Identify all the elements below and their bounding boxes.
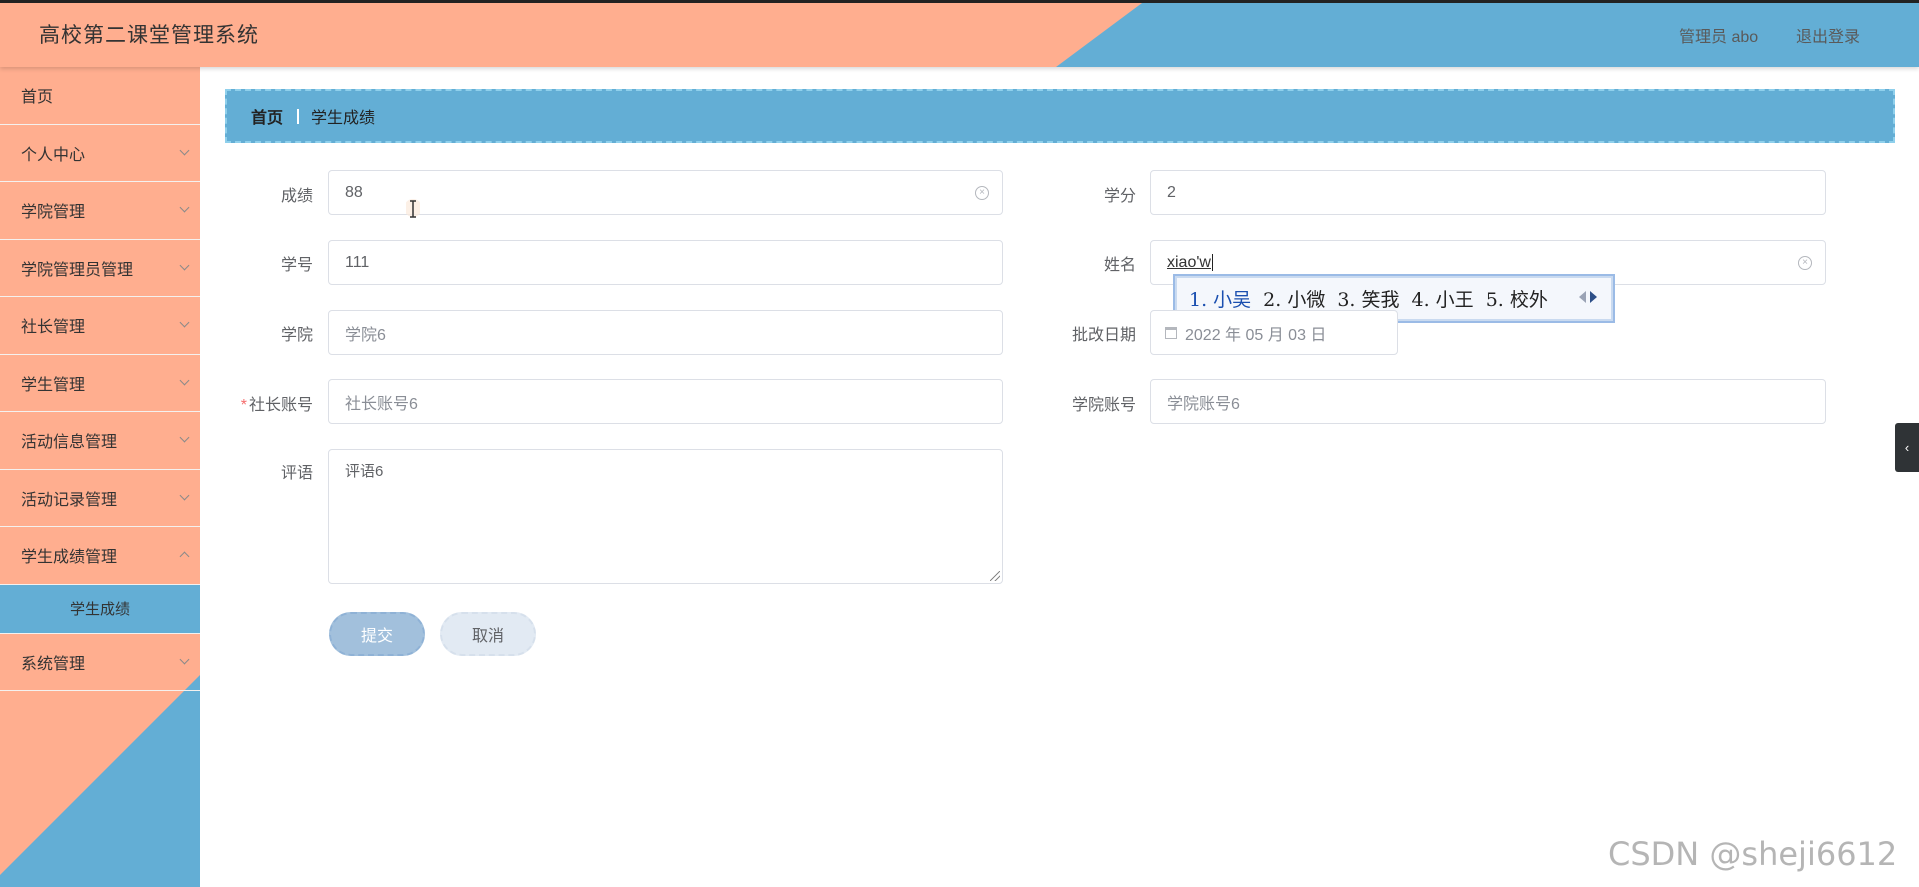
sidebar-item-label: 学生成绩 — [69, 601, 130, 618]
clear-icon[interactable]: × — [1798, 255, 1812, 270]
sidebar-item-label: 学院管理 — [21, 204, 86, 222]
sidebar-item-student[interactable]: 学生管理 — [0, 355, 200, 412]
student-no-input[interactable]: 111 — [328, 240, 1003, 285]
president-account-input[interactable]: 社长账号6 — [328, 379, 1003, 424]
ime-candidate[interactable]: 1. 小吴 — [1189, 285, 1251, 312]
chevron-down-icon — [179, 145, 190, 156]
student-no-label: 学号 — [280, 257, 313, 274]
sidebar-item-label: 系统管理 — [21, 655, 86, 673]
college-account-value: 学院账号6 — [1167, 395, 1240, 413]
previous-page-icon[interactable] — [1579, 291, 1586, 303]
sidebar-item-label: 社长管理 — [21, 319, 86, 337]
sidebar-menu: 首页 个人中心 学院管理 学院管理员管理 社长管理 学生管理 活动信息管理 活动… — [0, 67, 200, 691]
breadcrumb-home[interactable]: 首页 — [251, 104, 283, 128]
sidebar-item-system[interactable]: 系统管理 — [0, 634, 200, 691]
college-account-input[interactable]: 学院账号6 — [1150, 379, 1826, 424]
sidebar-item-activity-info[interactable]: 活动信息管理 — [0, 412, 200, 470]
sidebar-item-label: 学生管理 — [21, 376, 86, 394]
current-user: 管理员 abo — [1679, 29, 1759, 46]
credit-label: 学分 — [1103, 188, 1136, 205]
sidebar-item-college[interactable]: 学院管理 — [0, 182, 200, 240]
app-title: 高校第二课堂管理系统 — [39, 23, 259, 47]
breadcrumb-current: 学生成绩 — [311, 110, 376, 127]
sidebar: 首页 个人中心 学院管理 学院管理员管理 社长管理 学生管理 活动信息管理 活动… — [0, 67, 200, 887]
clear-icon[interactable]: × — [975, 185, 989, 200]
required-mark: * — [240, 397, 247, 414]
ime-candidate[interactable]: 4. 小王 — [1412, 285, 1474, 312]
chevron-down-icon — [179, 432, 190, 443]
sidebar-item-label: 首页 — [21, 89, 54, 107]
credit-input[interactable]: 2 — [1150, 170, 1826, 215]
sidebar-item-profile[interactable]: 个人中心 — [0, 125, 200, 182]
score-label: 成绩 — [280, 188, 313, 205]
sidebar-item-activity-record[interactable]: 活动记录管理 — [0, 470, 200, 527]
comment-textarea[interactable]: 评语6 — [328, 449, 1003, 584]
breadcrumb: 首页 学生成绩 — [225, 89, 1895, 143]
cancel-button[interactable]: 取消 — [440, 612, 536, 656]
name-value: xiao'w — [1167, 253, 1211, 271]
resize-handle-icon[interactable] — [990, 571, 1000, 581]
college-label: 学院 — [280, 327, 313, 344]
calendar-icon — [1165, 326, 1177, 339]
top-header: 高校第二课堂管理系统 管理员 abo 退出登录 — [0, 0, 1919, 67]
sidebar-item-label: 学院管理员管理 — [21, 261, 134, 279]
name-label: 姓名 — [1103, 257, 1136, 274]
chevron-down-icon — [179, 260, 190, 271]
header-peach-band — [0, 3, 1142, 67]
ime-candidate[interactable]: 3. 笑我 — [1337, 285, 1399, 312]
score-input[interactable]: 88 × — [328, 170, 1003, 215]
next-page-icon[interactable] — [1590, 291, 1597, 303]
college-input[interactable]: 学院6 — [328, 310, 1003, 355]
review-date-label: 批改日期 — [1071, 327, 1136, 344]
breadcrumb-separator — [297, 108, 300, 124]
chevron-up-icon — [179, 551, 190, 562]
chevron-down-icon — [179, 490, 190, 501]
president-account-label: * 社长账号 — [213, 391, 313, 415]
sidebar-item-label: 活动信息管理 — [21, 434, 118, 452]
sidebar-item-label: 个人中心 — [21, 146, 86, 164]
text-cursor-icon — [406, 199, 420, 218]
credit-value: 2 — [1167, 183, 1176, 201]
review-date-picker[interactable]: 2022 年 05 月 03 日 — [1150, 310, 1398, 355]
comment-label: 评语 — [280, 465, 313, 482]
president-account-label-text: 社长账号 — [248, 397, 313, 414]
college-value: 学院6 — [345, 326, 386, 344]
sidebar-item-label: 活动记录管理 — [21, 491, 118, 509]
sidebar-item-home[interactable]: 首页 — [0, 67, 200, 125]
chevron-down-icon — [179, 375, 190, 386]
watermark: CSDN @sheji6612 — [1608, 835, 1898, 873]
ime-page-arrows — [1579, 291, 1597, 303]
logout-link[interactable]: 退出登录 — [1796, 23, 1860, 47]
sidebar-subitem-student-score[interactable]: 学生成绩 — [0, 584, 200, 634]
chevron-down-icon — [179, 654, 190, 665]
sidebar-item-college-admin[interactable]: 学院管理员管理 — [0, 240, 200, 297]
student-no-value: 111 — [345, 253, 370, 271]
review-date-value: 2022 年 05 月 03 日 — [1185, 326, 1327, 344]
sidebar-item-label: 学生成绩管理 — [21, 549, 118, 567]
chevron-down-icon — [179, 202, 190, 213]
submit-button[interactable]: 提交 — [329, 612, 425, 656]
score-value: 88 — [345, 183, 363, 201]
sidebar-item-president[interactable]: 社长管理 — [0, 297, 200, 355]
president-account-value: 社长账号6 — [345, 395, 418, 413]
ime-candidate[interactable]: 2. 小微 — [1263, 285, 1325, 312]
text-caret — [1211, 254, 1213, 271]
chevron-down-icon — [179, 317, 190, 328]
ime-candidate[interactable]: 5. 校外 — [1486, 285, 1548, 312]
college-account-label: 学院账号 — [1071, 397, 1136, 414]
collapse-toggle-button[interactable]: ‹ — [1895, 423, 1919, 472]
sidebar-item-score-management[interactable]: 学生成绩管理 — [0, 527, 200, 585]
comment-value: 评语6 — [345, 463, 384, 480]
